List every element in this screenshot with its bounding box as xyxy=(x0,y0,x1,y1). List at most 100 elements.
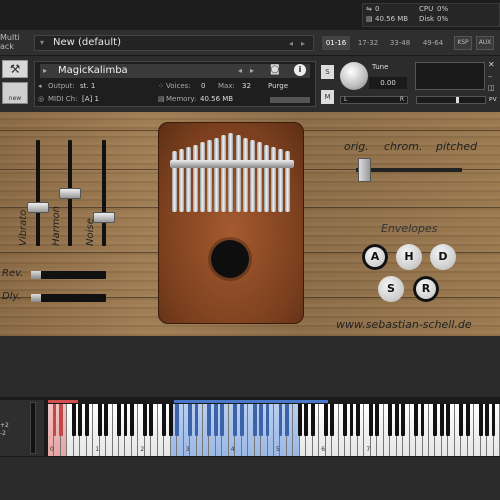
mute-button[interactable]: M xyxy=(321,90,334,104)
minimize-icon[interactable]: – xyxy=(488,72,492,81)
black-key[interactable] xyxy=(194,404,199,436)
vibrato-slider-thumb[interactable] xyxy=(27,202,49,213)
camera-icon[interactable]: ◙ xyxy=(270,64,280,75)
black-key[interactable] xyxy=(323,404,328,436)
black-key[interactable] xyxy=(220,404,225,436)
aux-button[interactable]: AUX xyxy=(476,36,494,50)
volume-slider[interactable] xyxy=(416,96,486,104)
black-key[interactable] xyxy=(58,404,63,436)
envelope-a-button[interactable]: A xyxy=(362,244,388,270)
black-key[interactable] xyxy=(278,404,283,436)
black-key[interactable] xyxy=(420,404,425,436)
reverb-slider[interactable] xyxy=(31,271,106,279)
black-key[interactable] xyxy=(175,404,180,436)
tab-01-16[interactable]: 01-16 xyxy=(322,36,350,50)
black-key[interactable] xyxy=(491,404,496,436)
black-key[interactable] xyxy=(104,404,109,436)
wrench-icon[interactable]: ⚒ xyxy=(2,60,28,78)
envelope-r-button[interactable]: R xyxy=(413,276,439,302)
preset-menu-icon[interactable]: ▾ xyxy=(40,38,44,47)
pv-icon[interactable]: ᴘᴠ xyxy=(489,95,497,103)
info-icon[interactable]: i xyxy=(294,64,306,76)
piano-keyboard[interactable]: 0 1 2 3 4 5 6 7 xyxy=(48,404,500,456)
volume-thumb[interactable] xyxy=(456,97,459,103)
black-key[interactable] xyxy=(356,404,360,436)
black-key[interactable] xyxy=(388,404,393,436)
delay-slider-thumb[interactable] xyxy=(31,294,41,302)
reverb-slider-thumb[interactable] xyxy=(31,271,41,279)
black-key[interactable] xyxy=(394,404,399,436)
solo-button[interactable]: S xyxy=(321,65,334,79)
max-voices-value[interactable]: 32 xyxy=(242,82,251,90)
black-key[interactable] xyxy=(439,404,444,436)
black-key[interactable] xyxy=(414,404,418,436)
black-key[interactable] xyxy=(52,404,57,436)
black-key[interactable] xyxy=(162,404,167,436)
black-key[interactable] xyxy=(375,404,380,436)
aux-sends-icon[interactable]: ◫ xyxy=(488,84,495,92)
tab-33-48[interactable]: 33-48 xyxy=(386,36,414,50)
vibrato-slider-track[interactable] xyxy=(36,140,40,246)
black-key[interactable] xyxy=(213,404,218,436)
output-value[interactable]: st. 1 xyxy=(80,82,95,90)
black-key[interactable] xyxy=(149,404,154,436)
black-key[interactable] xyxy=(297,404,302,436)
next-preset-icon[interactable]: ▸ xyxy=(301,39,305,48)
pitch-wheel[interactable] xyxy=(30,402,36,454)
black-key[interactable] xyxy=(465,404,470,436)
black-key[interactable] xyxy=(401,404,406,436)
black-key[interactable] xyxy=(349,404,354,436)
ksp-button[interactable]: KSP xyxy=(454,36,472,50)
black-key[interactable] xyxy=(485,404,489,436)
black-key[interactable] xyxy=(188,404,192,436)
website-link[interactable]: www.sebastian-schell.de xyxy=(336,318,472,331)
mode-switch-track[interactable] xyxy=(356,168,462,172)
tune-knob[interactable] xyxy=(340,62,368,90)
black-key[interactable] xyxy=(265,404,270,436)
black-key[interactable] xyxy=(459,404,464,436)
tune-value[interactable]: 0.00 xyxy=(369,77,407,89)
delay-slider[interactable] xyxy=(31,294,106,302)
black-key[interactable] xyxy=(168,404,173,436)
black-key[interactable] xyxy=(97,404,102,436)
tab-17-32[interactable]: 17-32 xyxy=(354,36,382,50)
black-key[interactable] xyxy=(310,404,315,436)
envelope-s-button[interactable]: S xyxy=(378,276,404,302)
black-key[interactable] xyxy=(207,404,212,436)
noise-slider-thumb[interactable] xyxy=(93,212,115,223)
midi-channel-value[interactable]: [A] 1 xyxy=(82,95,99,103)
multi-preset-field[interactable]: ▾ New (default) ◂ ▸ xyxy=(34,35,314,51)
black-key[interactable] xyxy=(239,404,244,436)
black-key[interactable] xyxy=(259,404,263,436)
purge-button[interactable]: Purge xyxy=(268,82,288,90)
black-key[interactable] xyxy=(130,404,134,436)
envelope-d-button[interactable]: D xyxy=(430,244,456,270)
envelope-h-button[interactable]: H xyxy=(396,244,422,270)
black-key[interactable] xyxy=(142,404,147,436)
black-key[interactable] xyxy=(78,404,83,436)
mode-switch-thumb[interactable] xyxy=(358,158,371,182)
black-key[interactable] xyxy=(330,404,335,436)
prev-preset-icon[interactable]: ◂ xyxy=(289,39,293,48)
close-icon[interactable]: ✕ xyxy=(488,60,495,69)
black-key[interactable] xyxy=(252,404,257,436)
expand-icon[interactable]: ▸ xyxy=(43,66,47,75)
black-key[interactable] xyxy=(478,404,483,436)
black-key[interactable] xyxy=(433,404,438,436)
tab-49-64[interactable]: 49-64 xyxy=(418,36,448,50)
black-key[interactable] xyxy=(84,404,89,436)
prev-instrument-icon[interactable]: ◂ xyxy=(238,66,242,75)
black-key[interactable] xyxy=(446,404,451,436)
black-key[interactable] xyxy=(233,404,238,436)
pan-slider[interactable]: L R xyxy=(340,96,408,104)
new-button[interactable]: new xyxy=(2,82,28,104)
harmon-slider-thumb[interactable] xyxy=(59,188,81,199)
black-key[interactable] xyxy=(304,404,309,436)
noise-slider-track[interactable] xyxy=(102,140,106,246)
black-key[interactable] xyxy=(343,404,347,436)
black-key[interactable] xyxy=(71,404,76,436)
black-key[interactable] xyxy=(117,404,121,436)
black-key[interactable] xyxy=(123,404,128,436)
black-key[interactable] xyxy=(368,404,373,436)
next-instrument-icon[interactable]: ▸ xyxy=(250,66,254,75)
